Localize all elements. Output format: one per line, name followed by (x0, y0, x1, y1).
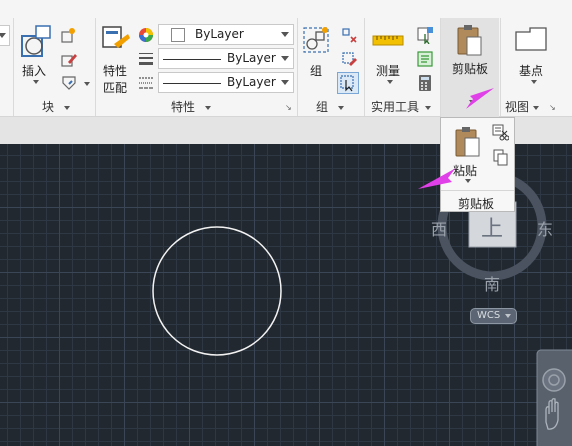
drawn-circle[interactable] (152, 226, 282, 356)
chevron-down-icon (205, 105, 212, 110)
wcs-label: WCS (477, 310, 501, 321)
group-panel-label[interactable]: 组 (316, 98, 345, 115)
chevron-down-icon (469, 100, 475, 104)
match-properties-label-2: 匹配 (103, 81, 128, 95)
panel-separator (364, 18, 365, 116)
match-properties-button[interactable]: 特性 匹配 (100, 24, 134, 95)
properties-panel-title: 特性 (171, 100, 196, 114)
ribbon: 插入 块 特性 匹配 ByLayer ByLayer ByLayer 特性 ↘ … (0, 0, 572, 117)
group-selection-icon (340, 75, 354, 92)
view-panel-title: 视图 (505, 100, 530, 114)
match-properties-icon (102, 26, 130, 48)
block-panel-label[interactable]: 块 (42, 98, 71, 115)
paste-label: 粘贴 (453, 164, 478, 178)
navigation-bar (536, 349, 572, 446)
measure-label: 测量 (376, 64, 401, 78)
group-edit-icon[interactable] (340, 50, 358, 68)
group-selection-toggle[interactable] (337, 72, 359, 94)
chevron-down-icon (281, 80, 289, 85)
create-block-icon[interactable] (60, 26, 78, 44)
lineweight-icon[interactable] (137, 50, 155, 68)
chevron-down-icon (531, 80, 537, 84)
chevron-down-icon[interactable] (84, 82, 90, 86)
utilities-panel-label[interactable]: 实用工具 (371, 98, 432, 115)
clipboard-popup-panel: 粘贴 剪贴板 (440, 117, 515, 212)
measure-ruler-icon (372, 35, 404, 46)
panel-separator (297, 18, 298, 116)
utilities-panel-title: 实用工具 (371, 100, 420, 114)
clipboard-popup-label: 剪贴板 (458, 197, 495, 211)
chevron-down-icon (33, 80, 39, 84)
group-button[interactable]: 组 (302, 24, 332, 84)
color-wheel-icon[interactable] (137, 26, 155, 44)
viewcube-south-label[interactable]: 南 (484, 271, 500, 295)
linetype-dropdown[interactable]: ByLayer (158, 48, 294, 69)
lineweight-value: ByLayer (227, 75, 276, 89)
clipboard-label: 剪贴板 (452, 62, 489, 76)
color-swatch (171, 28, 185, 42)
paste-button[interactable]: 粘贴 (445, 122, 489, 190)
chevron-down-icon (533, 105, 540, 110)
base-view-icon (515, 27, 547, 51)
group-label: 组 (310, 64, 323, 78)
linetype-preview (163, 59, 221, 60)
panel-launcher-icon[interactable]: ↘ (285, 103, 292, 112)
chevron-down-icon (0, 33, 6, 38)
left-partial-dropdown[interactable] (0, 25, 10, 46)
chevron-down-icon (64, 105, 71, 110)
wcs-menu-button[interactable]: WCS (470, 308, 517, 324)
lineweight-preview (163, 83, 221, 84)
select-similar-icon[interactable] (416, 26, 434, 44)
insert-block-icon (21, 25, 51, 57)
calculator-icon[interactable] (416, 74, 434, 92)
steering-wheel-icon[interactable] (542, 368, 566, 392)
copy-icon[interactable] (491, 148, 509, 166)
quick-select-icon[interactable] (416, 50, 434, 68)
panel-separator (95, 18, 96, 116)
paste-icon (455, 127, 480, 157)
chevron-down-icon (465, 179, 471, 183)
color-value: ByLayer (195, 27, 244, 41)
clipboard-collapsed-button[interactable]: 剪贴板 (441, 18, 499, 117)
match-properties-label-1: 特性 (103, 64, 128, 78)
insert-button[interactable]: 插入 (18, 22, 54, 88)
insert-label: 插入 (22, 64, 47, 78)
clipboard-icon (457, 25, 482, 56)
cut-icon[interactable] (491, 123, 509, 141)
properties-panel-label[interactable]: 特性 (171, 98, 212, 115)
linetype-icon[interactable] (137, 74, 155, 92)
view-panel-label[interactable]: 视图 (505, 98, 540, 115)
block-panel-title: 块 (42, 100, 55, 114)
autocad-window: 插入 块 特性 匹配 ByLayer ByLayer ByLayer 特性 ↘ … (0, 0, 572, 446)
chevron-down-icon (281, 56, 289, 61)
color-dropdown[interactable]: ByLayer (158, 24, 294, 45)
panel-launcher-icon[interactable]: ↘ (549, 103, 556, 112)
chevron-down-icon (338, 105, 345, 110)
measure-button[interactable]: 测量 (372, 28, 406, 88)
block-attribute-icon[interactable] (60, 74, 78, 92)
chevron-down-icon (387, 80, 393, 84)
base-point-label: 基点 (519, 64, 544, 78)
popup-divider (441, 190, 514, 191)
lineweight-dropdown[interactable]: ByLayer (158, 72, 294, 93)
ungroup-icon[interactable] (340, 26, 358, 44)
chevron-down-icon (505, 314, 511, 318)
chevron-down-icon (281, 32, 289, 37)
base-point-button[interactable]: 基点 (510, 26, 552, 88)
edit-block-icon[interactable] (60, 50, 78, 68)
panel-separator (500, 18, 501, 116)
group-icon (303, 27, 329, 53)
panel-separator (13, 18, 14, 116)
viewcube-east-label[interactable]: 东 (537, 216, 553, 240)
group-panel-title: 组 (316, 100, 329, 114)
linetype-value: ByLayer (227, 51, 276, 65)
viewcube-west-label[interactable]: 西 (431, 216, 447, 240)
viewcube-top-label[interactable]: 上 (481, 211, 503, 243)
chevron-down-icon (425, 105, 432, 110)
